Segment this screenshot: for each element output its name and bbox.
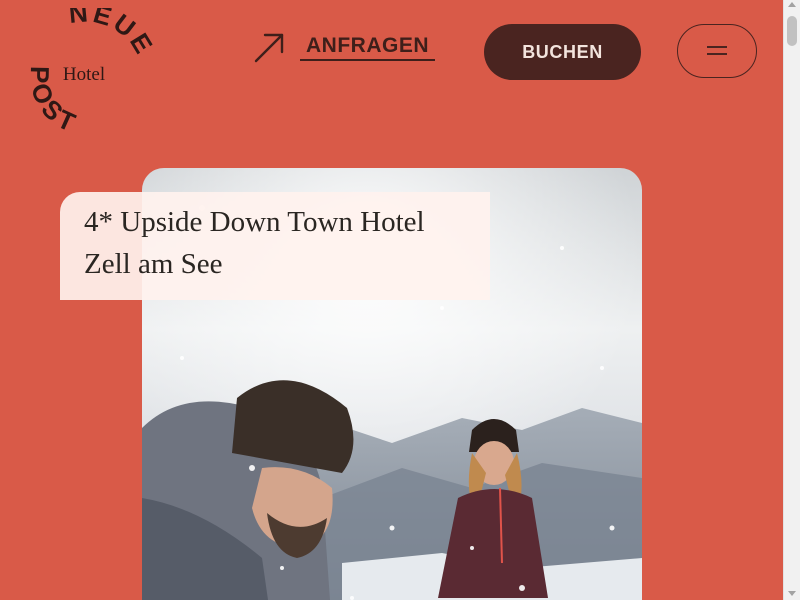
hero-title-card: 4* Upside Down Town Hotel Zell am See bbox=[60, 192, 490, 300]
arrow-up-right-icon bbox=[254, 33, 284, 63]
logo-graphic: NEUE POST Hotel bbox=[25, 8, 158, 139]
hero-title-line-1: 4* Upside Down Town Hotel bbox=[84, 206, 425, 238]
menu-button[interactable] bbox=[677, 24, 757, 78]
scrollbar[interactable] bbox=[783, 0, 800, 600]
logo-word-hotel: Hotel bbox=[63, 64, 105, 85]
scroll-up-arrow-icon[interactable] bbox=[788, 2, 796, 7]
scrollbar-thumb[interactable] bbox=[787, 16, 797, 46]
book-button[interactable]: BUCHEN bbox=[484, 24, 641, 80]
hamburger-menu-icon bbox=[707, 45, 727, 57]
inquiry-link[interactable]: ANFRAGEN bbox=[252, 28, 435, 68]
scroll-down-arrow-icon[interactable] bbox=[788, 591, 796, 596]
inquiry-label: ANFRAGEN bbox=[300, 35, 435, 61]
logo-word-neue: NEUE bbox=[68, 8, 158, 61]
neue-post-logo[interactable]: NEUE POST Hotel bbox=[18, 8, 158, 143]
page: NEUE POST Hotel ANFRAGEN BUCHEN 4* Upsid… bbox=[0, 0, 783, 600]
svg-text:NEUE: NEUE bbox=[68, 8, 158, 61]
hero-title-line-2: Zell am See bbox=[84, 248, 223, 280]
